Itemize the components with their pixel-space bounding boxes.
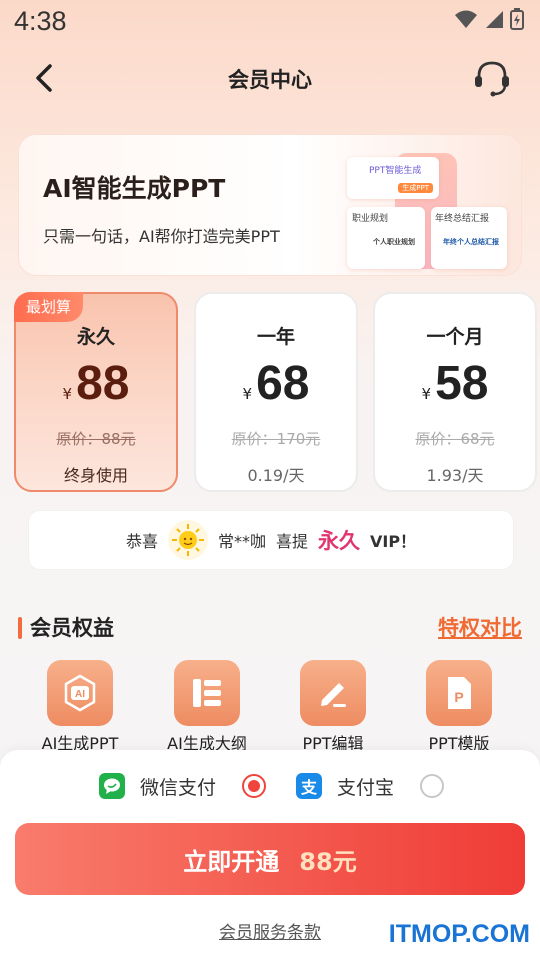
plan-note: 0.19/天 [247,466,305,485]
plan-name: 永久 [76,326,115,348]
benefit-ai-ppt[interactable]: AI AI生成PPT [20,660,140,754]
plan-note: 1.93/天 [426,466,484,485]
alipay-icon: 支 [296,773,322,799]
art-card-generate: PPT智能生成 生成PPT [347,157,439,199]
plan-card-month[interactable]: 一个月 ¥ 58 原价：68元 1.93/天 [373,292,537,492]
signal-icon [486,11,503,28]
plan-price: ¥ 88 [16,356,176,411]
plan-note: 终身使用 [63,466,128,485]
wechat-icon [99,773,125,799]
art-card-text: 年终个人总结汇报 [443,238,499,246]
avatar [167,520,208,560]
price-amount: 58 [435,357,489,410]
currency-symbol: ¥ [62,385,73,403]
currency-symbol: ¥ [421,385,432,403]
purchase-button[interactable]: 立即开通 88元 [15,823,525,895]
wechat-pay-radio[interactable] [242,774,267,798]
benefits-header: 会员权益 特权对比 [18,612,522,642]
svg-text:支: 支 [300,778,318,797]
art-card-title: 年终总结汇报 [435,214,490,224]
congrats-user: 常**咖 [217,532,266,551]
benefit-ppt-template[interactable]: P PPT模版 [399,660,519,754]
plan-badge: 最划算 [14,292,84,322]
wechat-pay-label: 微信支付 [140,776,217,799]
congrats-suffix: VIP！ [369,532,417,551]
alipay-radio[interactable] [420,774,445,798]
banner-title: AI智能生成PPT [43,174,226,203]
ppt-file-icon: P [426,660,492,726]
purchase-button-label: 立即开通 [183,847,280,876]
art-card-career: 职业规划 个人职业规划 [347,207,425,269]
plan-list: 最划算 永久 ¥ 88 原价：88元 终身使用 一年 ¥ 68 原价：170元 … [14,292,537,494]
sun-avatar-icon [171,524,204,556]
alipay-label: 支付宝 [337,776,395,799]
ai-chip-icon: AI [47,660,113,726]
plan-name: 一个月 [426,326,484,348]
currency-symbol: ¥ [242,385,253,403]
plan-card-year[interactable]: 一年 ¥ 68 原价：170元 0.19/天 [194,292,358,492]
congrats-ticker: 恭喜 常**咖 喜提 永久 VIP！ [28,510,514,570]
edit-pen-icon [300,660,366,726]
art-card-title: PPT智能生成 [369,166,422,176]
status-bar: 4:38 [0,0,540,44]
art-card-title: 职业规划 [352,214,389,224]
section-accent-bar [18,617,22,639]
price-amount: 68 [256,357,310,410]
payment-sheet: 微信支付 支 支付宝 立即开通 88元 会员服务条款 ITMOP.COM [0,750,540,960]
banner-illustration: PPT智能生成 生成PPT 职业规划 个人职业规划 年终总结汇报 年终个人总结汇… [343,149,509,273]
status-icons [454,8,524,30]
alipay-option[interactable]: 支 支付宝 [295,772,445,800]
wechat-pay-option[interactable]: 微信支付 [98,772,267,800]
watermark: ITMOP.COM [388,920,530,948]
price-amount: 88 [76,357,130,410]
original-price: 原价：68元 [415,430,495,448]
promo-banner[interactable]: AI智能生成PPT 只需一句话，AI帮你打造完美PPT PPT智能生成 生成PP… [18,134,522,276]
status-time: 4:38 [14,6,67,36]
plan-name: 一年 [256,326,295,348]
benefit-ppt-edit[interactable]: PPT编辑 [273,660,393,754]
original-price: 原价：88元 [56,430,136,448]
plan-price: ¥ 68 [196,356,356,411]
customer-service-icon[interactable] [470,56,514,100]
plan-price: ¥ 58 [375,356,535,411]
outline-list-icon [174,660,240,726]
congrats-prefix: 恭喜 [125,532,158,551]
wifi-icon [455,10,477,28]
battery-icon [510,8,524,30]
plan-card-lifetime[interactable]: 最划算 永久 ¥ 88 原价：88元 终身使用 [14,292,178,492]
svg-text:P: P [454,689,463,705]
original-price: 原价：170元 [231,430,321,448]
purchase-button-price: 88元 [299,847,357,876]
banner-subtitle: 只需一句话，AI帮你打造完美PPT [43,227,280,246]
congrats-highlight: 永久 [317,529,360,553]
art-card-button: 生成PPT [398,183,433,193]
art-card-summary: 年终总结汇报 年终个人总结汇报 [431,207,507,269]
art-card-text: 个人职业规划 [373,238,415,246]
payment-methods: 微信支付 支 支付宝 [0,772,540,806]
benefit-ai-outline[interactable]: AI生成大纲 [147,660,267,754]
congrats-action: 喜提 [275,532,308,551]
benefits-title: 会员权益 [30,616,114,640]
page-title: 会员中心 [228,68,312,92]
svg-text:AI: AI [75,689,85,700]
privilege-compare-link[interactable]: 特权对比 [438,612,522,642]
nav-bar: 会员中心 [0,52,540,104]
